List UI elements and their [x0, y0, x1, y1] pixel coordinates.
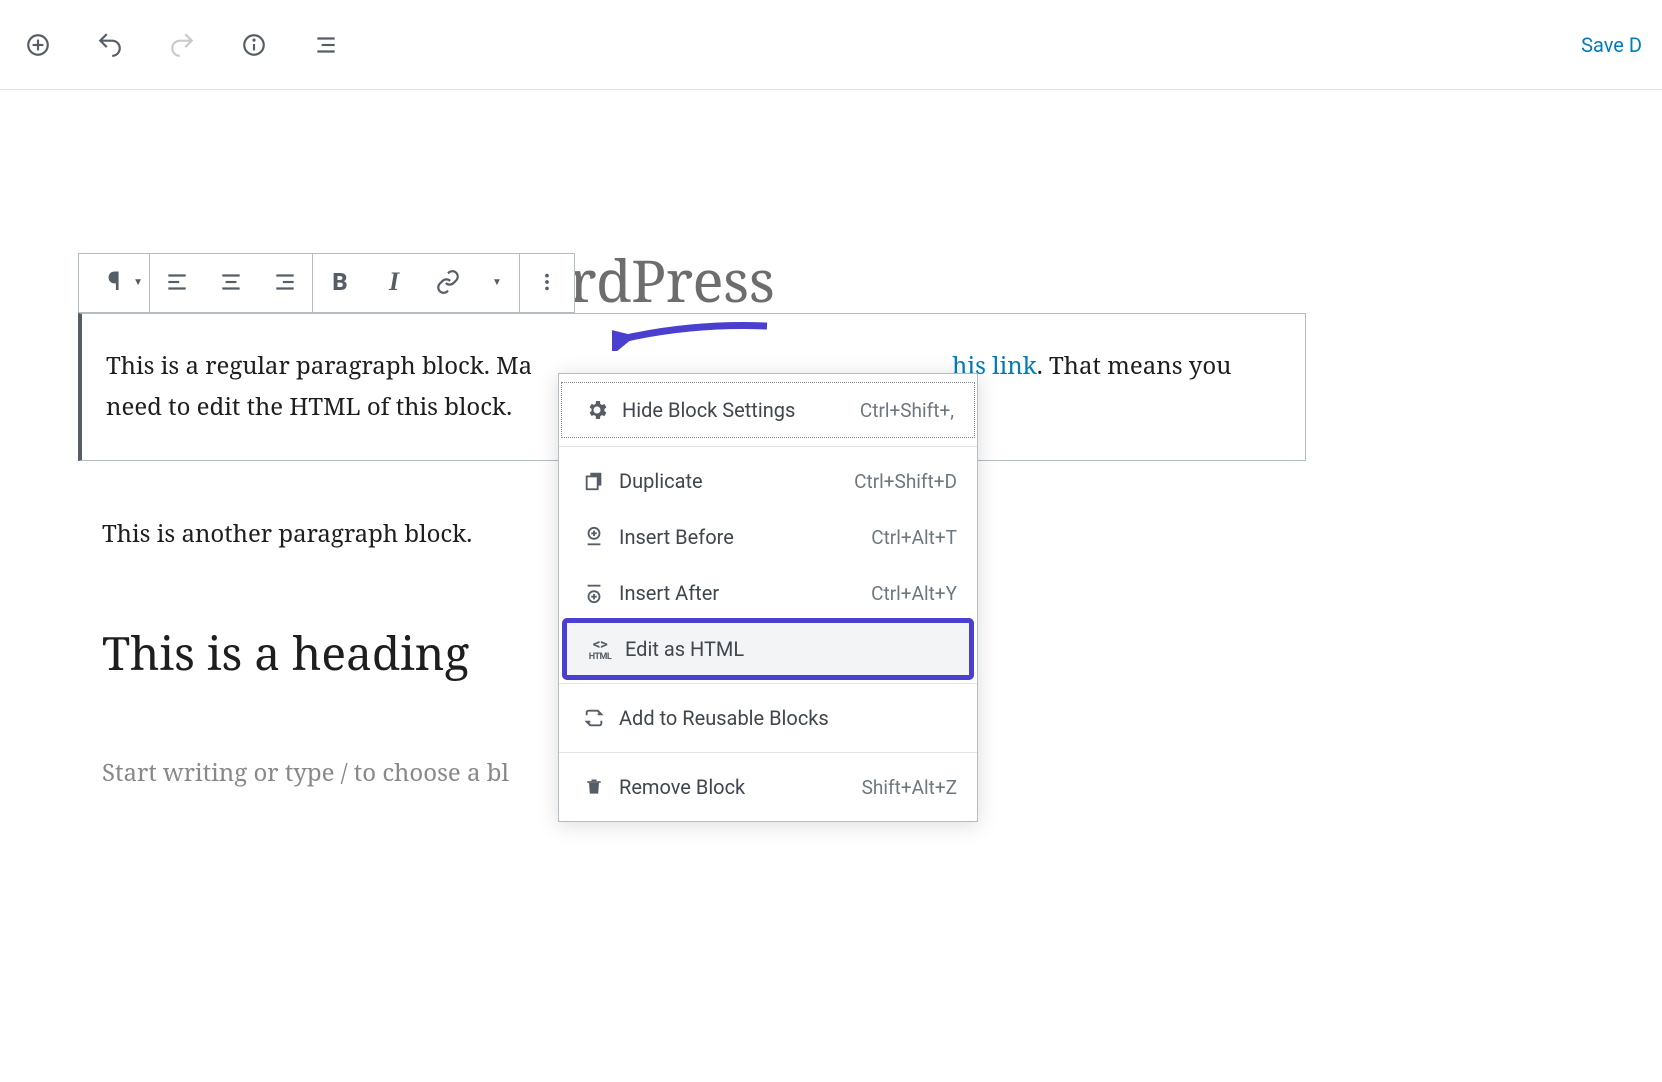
duplicate-icon [577, 470, 611, 492]
menu-label: Edit as HTML [625, 637, 744, 661]
menu-item-insert-after[interactable]: Insert After Ctrl+Alt+Y [559, 565, 977, 621]
italic-icon: I [389, 267, 399, 297]
menu-label: Insert Before [619, 525, 734, 549]
block-options-menu: Hide Block Settings Ctrl+Shift+, Duplica… [558, 373, 978, 822]
insert-before-icon [577, 526, 611, 548]
menu-item-edit-as-html[interactable]: <>HTML Edit as HTML [565, 621, 971, 677]
align-right-button[interactable] [258, 254, 312, 310]
outline-button[interactable] [308, 27, 344, 63]
menu-item-remove-block[interactable]: Remove Block Shift+Alt+Z [559, 759, 977, 815]
block-toolbar: ¶ ▼ B I [78, 253, 575, 313]
align-center-icon [218, 269, 244, 295]
annotation-arrow [612, 321, 772, 355]
menu-shortcut: Ctrl+Alt+T [871, 526, 957, 549]
selected-block-wrapper: ¶ ▼ B I [78, 313, 1306, 461]
more-options-button[interactable] [520, 254, 574, 310]
html-icon: <>HTML [583, 637, 617, 662]
gear-icon [580, 398, 614, 422]
add-block-button[interactable] [20, 27, 56, 63]
menu-label: Insert After [619, 581, 719, 605]
link-button[interactable] [421, 254, 475, 310]
save-draft-button[interactable]: Save D [1581, 33, 1642, 57]
bold-icon: B [332, 268, 347, 296]
menu-item-add-reusable[interactable]: Add to Reusable Blocks [559, 690, 977, 746]
align-right-icon [272, 269, 298, 295]
redo-button[interactable] [164, 27, 200, 63]
trash-icon [577, 777, 611, 797]
top-toolbar-left [20, 27, 344, 63]
block-type-button[interactable]: ¶ ▼ [79, 254, 149, 310]
editor-canvas: Edit HTML in WordPress ¶ ▼ [0, 90, 1662, 789]
kebab-menu-icon [536, 271, 558, 293]
menu-shortcut: Ctrl+Alt+Y [871, 582, 957, 605]
menu-shortcut: Shift+Alt+Z [862, 776, 957, 799]
menu-item-duplicate[interactable]: Duplicate Ctrl+Shift+D [559, 453, 977, 509]
italic-button[interactable]: I [367, 254, 421, 310]
paragraph-text: This is a regular paragraph block. Ma [106, 349, 532, 382]
menu-label: Add to Reusable Blocks [619, 706, 829, 730]
menu-item-hide-settings[interactable]: Hide Block Settings Ctrl+Shift+, [561, 382, 975, 438]
align-center-button[interactable] [204, 254, 258, 310]
bold-button[interactable]: B [313, 254, 367, 310]
align-left-icon [164, 269, 190, 295]
menu-item-insert-before[interactable]: Insert Before Ctrl+Alt+T [559, 509, 977, 565]
undo-button[interactable] [92, 27, 128, 63]
insert-after-icon [577, 582, 611, 604]
menu-label: Remove Block [619, 775, 745, 799]
more-formatting-button[interactable]: ▼ [475, 254, 519, 310]
align-left-button[interactable] [150, 254, 204, 310]
menu-shortcut: Ctrl+Shift+D [854, 470, 957, 493]
menu-label: Duplicate [619, 469, 703, 493]
chevron-down-icon: ▼ [133, 277, 143, 288]
link-icon [435, 269, 461, 295]
pilcrow-icon: ¶ [108, 267, 121, 297]
menu-shortcut: Ctrl+Shift+, [860, 399, 954, 422]
chevron-down-icon: ▼ [492, 277, 502, 288]
info-button[interactable] [236, 27, 272, 63]
reusable-icon [577, 707, 611, 729]
editor-top-toolbar: Save D [0, 0, 1662, 90]
menu-label: Hide Block Settings [622, 398, 795, 422]
